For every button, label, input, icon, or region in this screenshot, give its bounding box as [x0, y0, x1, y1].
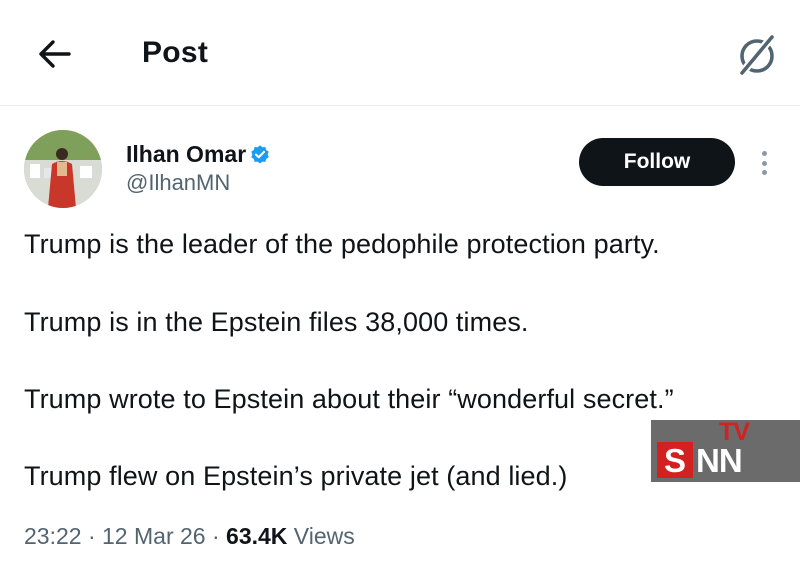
- avatar[interactable]: [24, 130, 102, 208]
- author-handle[interactable]: @IlhanMN: [126, 170, 230, 196]
- back-button[interactable]: [30, 30, 78, 78]
- post-header: Post: [0, 0, 800, 106]
- snn-tv-watermark-logo: S NN TV: [651, 418, 800, 482]
- verified-badge-icon: [251, 144, 269, 164]
- follow-button[interactable]: Follow: [579, 138, 735, 186]
- page-title: Post: [142, 36, 209, 69]
- views-count[interactable]: 63.4K: [226, 523, 287, 549]
- more-options-button[interactable]: [752, 146, 776, 180]
- author-name-row: Ilhan Omar: [126, 141, 271, 168]
- tweet-meta: 23:22 · 12 Mar 26 · 63.4K Views: [24, 523, 355, 550]
- post-date[interactable]: 12 Mar 26: [102, 523, 206, 549]
- tweet-text-line: Trump flew on Epstein’s private jet (and…: [24, 461, 568, 491]
- grok-icon: [738, 33, 776, 77]
- snn-letters-tv: TV: [719, 418, 750, 446]
- tweet-text-line: Trump is the leader of the pedophile pro…: [24, 229, 660, 259]
- tweet-text-line: Trump wrote to Epstein about their “wond…: [24, 384, 674, 414]
- snn-letters-nn: NN: [696, 442, 743, 479]
- post-time[interactable]: 23:22: [24, 523, 82, 549]
- author-display-name[interactable]: Ilhan Omar: [126, 141, 246, 168]
- meta-separator: ·: [211, 523, 227, 549]
- dot-icon: [761, 160, 767, 166]
- tweet-text-line: Trump is in the Epstein files 38,000 tim…: [24, 307, 529, 337]
- meta-separator: ·: [87, 523, 103, 549]
- views-label: Views: [293, 523, 355, 549]
- grok-button[interactable]: [730, 28, 784, 82]
- dot-icon: [761, 151, 767, 156]
- snn-letter-s: S: [663, 442, 686, 479]
- profile-photo: [24, 130, 102, 208]
- dot-icon: [761, 170, 767, 175]
- arrow-left-icon: [39, 40, 71, 68]
